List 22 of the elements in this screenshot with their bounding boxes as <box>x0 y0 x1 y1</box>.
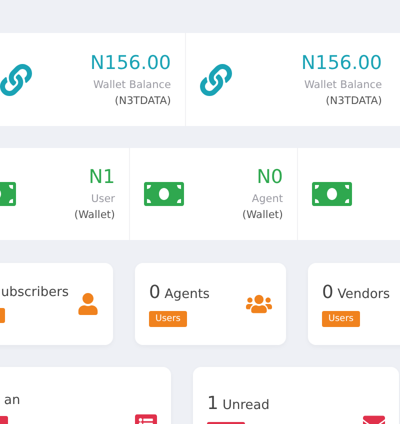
balance-label: Wallet Balance <box>304 78 382 92</box>
card-title: an <box>4 393 20 408</box>
card-title: 0 Agents <box>149 282 210 302</box>
wallet-amount: N0 <box>256 165 283 189</box>
card-title: ubscribers <box>1 285 69 300</box>
wallet-amount: N1 <box>88 165 115 189</box>
balance-sub: (N3TDATA) <box>114 94 171 108</box>
balance-sub: (N3TDATA) <box>326 94 382 108</box>
balance-label: Wallet Balance <box>93 78 171 92</box>
link-icon <box>200 64 232 96</box>
badge: Users <box>322 310 360 326</box>
card-title: 1 Unread <box>207 393 270 414</box>
link-icon <box>0 64 32 96</box>
wallet-label: Agent <box>252 192 283 207</box>
wallet-label: User <box>91 192 115 207</box>
card-title: 0 Vendors <box>322 282 390 302</box>
balance-amount: N156.00 <box>301 50 382 74</box>
wallet-sub: (Wallet) <box>242 208 283 223</box>
balance-amount: N156.00 <box>90 50 171 74</box>
wallet-sub: (Wallet) <box>74 208 115 223</box>
user-icon <box>77 293 99 315</box>
badge: Users <box>149 310 187 326</box>
